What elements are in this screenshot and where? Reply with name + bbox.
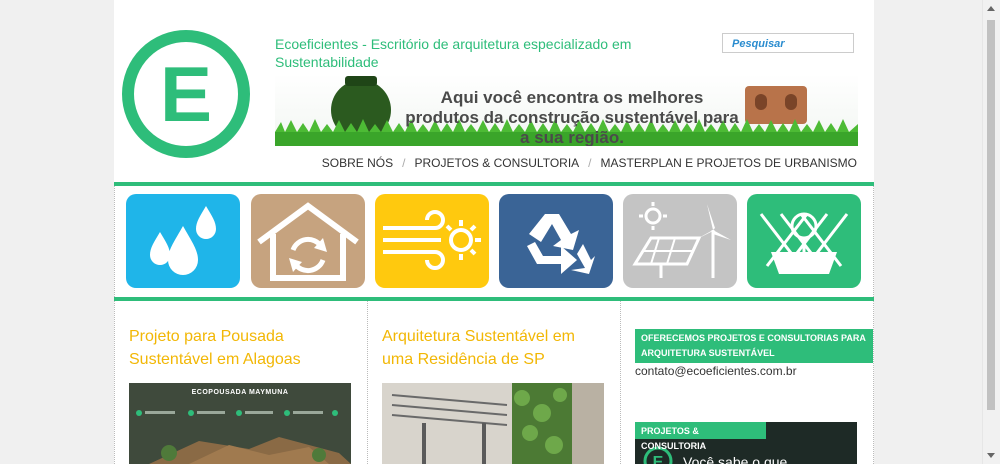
category-tile-wind-sun[interactable] xyxy=(375,194,489,288)
post-title[interactable]: Projeto para Pousada Sustentável em Alag… xyxy=(129,325,349,371)
nav-separator: / xyxy=(588,156,592,170)
nav-item-sobre-nos[interactable]: SOBRE NÓS xyxy=(322,156,393,170)
site-title[interactable]: Ecoeficientes - Escritório de arquitetur… xyxy=(275,35,635,71)
water-drops-icon xyxy=(150,206,216,275)
column-line xyxy=(114,301,115,464)
site-logo[interactable]: E xyxy=(122,30,250,158)
sidebar-widget-title: PROJETOS & CONSULTORIA xyxy=(635,422,766,451)
sidebar-widget-title: OFERECEMOS PROJETOS E CONSULTORIAS PARA … xyxy=(635,329,873,363)
scrollbar-thumb[interactable] xyxy=(987,20,995,410)
contact-email[interactable]: contato@ecoeficientes.com.br xyxy=(635,364,797,378)
column-line xyxy=(873,301,874,464)
nav-item-masterplan[interactable]: MASTERPLAN E PROJETOS DE URBANISMO xyxy=(601,156,858,170)
category-tile-house[interactable] xyxy=(251,194,365,288)
wind-sun-icon xyxy=(383,210,481,270)
column-line xyxy=(620,301,621,464)
category-tile-recycle[interactable] xyxy=(499,194,613,288)
house-recycle-icon xyxy=(257,202,359,281)
category-tile-solar-wind[interactable] xyxy=(623,194,737,288)
search-input[interactable]: Pesquisar xyxy=(722,33,854,53)
nav-separator: / xyxy=(402,156,406,170)
post-image-graphic xyxy=(136,410,351,464)
post-image[interactable] xyxy=(382,383,604,464)
vertical-scrollbar[interactable] xyxy=(982,0,1000,464)
post-title[interactable]: Arquitetura Sustentável em uma Residênci… xyxy=(382,325,607,371)
logo-letter: E xyxy=(160,50,212,138)
page-container: E Ecoeficientes - Escritório de arquitet… xyxy=(114,0,874,464)
category-tile-water[interactable] xyxy=(126,194,240,288)
category-tile-green-roof[interactable] xyxy=(747,194,861,288)
nav-item-projetos-consultoria[interactable]: PROJETOS & CONSULTORIA xyxy=(414,156,579,170)
promo-banner[interactable]: Aqui você encontra os melhores produtos … xyxy=(275,74,858,146)
green-roof-icon xyxy=(759,212,849,274)
main-nav: SOBRE NÓS / PROJETOS & CONSULTORIA / MASTERP… xyxy=(322,156,857,170)
green-divider xyxy=(114,182,874,186)
solar-wind-icon xyxy=(632,202,731,278)
video-title: Você sabe o que xyxy=(683,454,788,464)
green-divider xyxy=(114,297,874,301)
svg-text:E: E xyxy=(653,454,664,464)
post-image[interactable]: ECOPOUSADA MAYMUNA xyxy=(129,383,351,464)
post-image-graphic xyxy=(382,383,604,464)
banner-text: Aqui você encontra os melhores produtos … xyxy=(405,88,739,146)
scroll-up-arrow-icon[interactable] xyxy=(987,6,995,11)
recycle-icon xyxy=(527,214,595,274)
column-line xyxy=(367,301,368,464)
frame-line xyxy=(114,186,115,297)
scroll-down-arrow-icon[interactable] xyxy=(987,453,995,458)
frame-line xyxy=(873,186,874,297)
